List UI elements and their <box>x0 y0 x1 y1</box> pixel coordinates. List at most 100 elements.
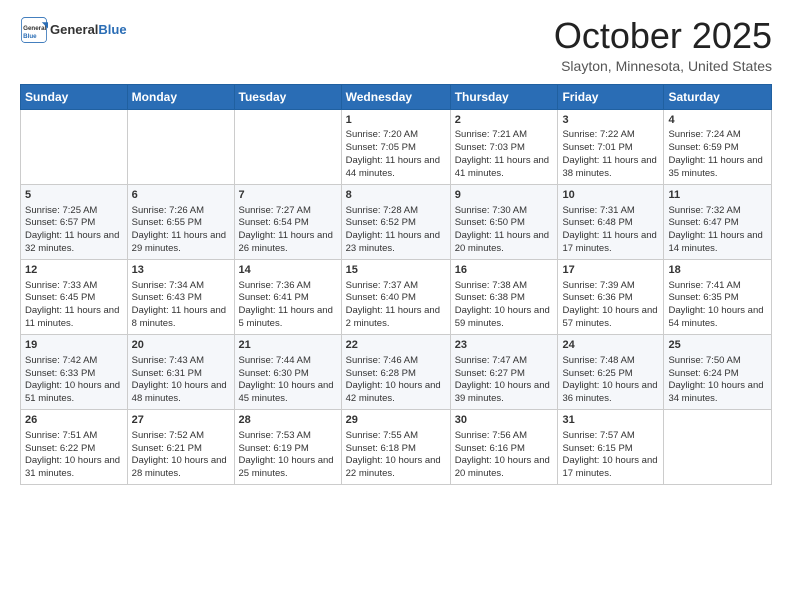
col-friday: Friday <box>558 84 664 109</box>
sunset-text: Sunset: 6:30 PM <box>239 368 309 379</box>
sunset-text: Sunset: 6:43 PM <box>132 292 202 303</box>
sunset-text: Sunset: 6:21 PM <box>132 443 202 454</box>
sunset-text: Sunset: 6:47 PM <box>668 217 738 228</box>
calendar-cell: 29Sunrise: 7:55 AMSunset: 6:18 PMDayligh… <box>341 409 450 484</box>
sunset-text: Sunset: 6:50 PM <box>455 217 525 228</box>
day-number: 6 <box>132 188 230 203</box>
daylight-text: Daylight: 11 hours and 23 minutes. <box>346 230 440 254</box>
daylight-text: Daylight: 10 hours and 17 minutes. <box>562 455 657 479</box>
calendar-cell: 12Sunrise: 7:33 AMSunset: 6:45 PMDayligh… <box>21 259 128 334</box>
sunrise-text: Sunrise: 7:36 AM <box>239 280 311 291</box>
day-number: 11 <box>668 188 767 203</box>
calendar-cell: 5Sunrise: 7:25 AMSunset: 6:57 PMDaylight… <box>21 184 128 259</box>
calendar-cell: 15Sunrise: 7:37 AMSunset: 6:40 PMDayligh… <box>341 259 450 334</box>
sunrise-text: Sunrise: 7:24 AM <box>668 129 740 140</box>
day-number: 18 <box>668 263 767 278</box>
daylight-text: Daylight: 11 hours and 35 minutes. <box>668 155 762 179</box>
col-saturday: Saturday <box>664 84 772 109</box>
sunset-text: Sunset: 6:38 PM <box>455 292 525 303</box>
calendar-cell: 8Sunrise: 7:28 AMSunset: 6:52 PMDaylight… <box>341 184 450 259</box>
daylight-text: Daylight: 10 hours and 39 minutes. <box>455 380 550 404</box>
day-number: 23 <box>455 338 554 353</box>
sunset-text: Sunset: 6:59 PM <box>668 142 738 153</box>
sunset-text: Sunset: 6:36 PM <box>562 292 632 303</box>
daylight-text: Daylight: 11 hours and 5 minutes. <box>239 305 333 329</box>
calendar-cell: 14Sunrise: 7:36 AMSunset: 6:41 PMDayligh… <box>234 259 341 334</box>
daylight-text: Daylight: 10 hours and 54 minutes. <box>668 305 763 329</box>
daylight-text: Daylight: 10 hours and 45 minutes. <box>239 380 334 404</box>
sunrise-text: Sunrise: 7:38 AM <box>455 280 527 291</box>
daylight-text: Daylight: 11 hours and 14 minutes. <box>668 230 762 254</box>
col-monday: Monday <box>127 84 234 109</box>
calendar-cell: 26Sunrise: 7:51 AMSunset: 6:22 PMDayligh… <box>21 409 128 484</box>
day-number: 20 <box>132 338 230 353</box>
sunrise-text: Sunrise: 7:48 AM <box>562 355 634 366</box>
sunrise-text: Sunrise: 7:26 AM <box>132 205 204 216</box>
sunset-text: Sunset: 6:52 PM <box>346 217 416 228</box>
col-tuesday: Tuesday <box>234 84 341 109</box>
calendar-cell: 2Sunrise: 7:21 AMSunset: 7:03 PMDaylight… <box>450 109 558 184</box>
sunset-text: Sunset: 6:16 PM <box>455 443 525 454</box>
logo-icon: General Blue <box>20 16 48 44</box>
calendar-cell: 27Sunrise: 7:52 AMSunset: 6:21 PMDayligh… <box>127 409 234 484</box>
sunrise-text: Sunrise: 7:34 AM <box>132 280 204 291</box>
day-number: 19 <box>25 338 123 353</box>
sunrise-text: Sunrise: 7:43 AM <box>132 355 204 366</box>
sunset-text: Sunset: 6:54 PM <box>239 217 309 228</box>
day-number: 31 <box>562 413 659 428</box>
logo: General Blue GeneralBlue <box>20 16 127 44</box>
day-number: 10 <box>562 188 659 203</box>
day-number: 24 <box>562 338 659 353</box>
calendar-cell: 24Sunrise: 7:48 AMSunset: 6:25 PMDayligh… <box>558 334 664 409</box>
month-title: October 2025 <box>554 16 772 56</box>
sunset-text: Sunset: 6:40 PM <box>346 292 416 303</box>
day-number: 15 <box>346 263 446 278</box>
calendar-cell: 25Sunrise: 7:50 AMSunset: 6:24 PMDayligh… <box>664 334 772 409</box>
calendar-cell: 28Sunrise: 7:53 AMSunset: 6:19 PMDayligh… <box>234 409 341 484</box>
sunrise-text: Sunrise: 7:44 AM <box>239 355 311 366</box>
calendar-cell <box>127 109 234 184</box>
sunset-text: Sunset: 6:25 PM <box>562 368 632 379</box>
day-number: 16 <box>455 263 554 278</box>
sunrise-text: Sunrise: 7:28 AM <box>346 205 418 216</box>
sunset-text: Sunset: 6:22 PM <box>25 443 95 454</box>
daylight-text: Daylight: 10 hours and 28 minutes. <box>132 455 227 479</box>
day-number: 2 <box>455 113 554 128</box>
daylight-text: Daylight: 11 hours and 11 minutes. <box>25 305 119 329</box>
day-number: 29 <box>346 413 446 428</box>
day-number: 14 <box>239 263 337 278</box>
day-number: 3 <box>562 113 659 128</box>
sunset-text: Sunset: 6:28 PM <box>346 368 416 379</box>
sunrise-text: Sunrise: 7:21 AM <box>455 129 527 140</box>
sunrise-text: Sunrise: 7:42 AM <box>25 355 97 366</box>
sunrise-text: Sunrise: 7:55 AM <box>346 430 418 441</box>
sunrise-text: Sunrise: 7:30 AM <box>455 205 527 216</box>
sunset-text: Sunset: 6:24 PM <box>668 368 738 379</box>
sunset-text: Sunset: 7:05 PM <box>346 142 416 153</box>
day-number: 4 <box>668 113 767 128</box>
sunrise-text: Sunrise: 7:20 AM <box>346 129 418 140</box>
sunrise-text: Sunrise: 7:53 AM <box>239 430 311 441</box>
day-number: 22 <box>346 338 446 353</box>
daylight-text: Daylight: 10 hours and 34 minutes. <box>668 380 763 404</box>
sunrise-text: Sunrise: 7:22 AM <box>562 129 634 140</box>
daylight-text: Daylight: 10 hours and 48 minutes. <box>132 380 227 404</box>
daylight-text: Daylight: 11 hours and 20 minutes. <box>455 230 549 254</box>
sunset-text: Sunset: 6:48 PM <box>562 217 632 228</box>
day-number: 26 <box>25 413 123 428</box>
daylight-text: Daylight: 10 hours and 20 minutes. <box>455 455 550 479</box>
sunrise-text: Sunrise: 7:37 AM <box>346 280 418 291</box>
calendar-cell: 18Sunrise: 7:41 AMSunset: 6:35 PMDayligh… <box>664 259 772 334</box>
title-block: October 2025 Slayton, Minnesota, United … <box>554 16 772 74</box>
calendar-cell <box>21 109 128 184</box>
sunrise-text: Sunrise: 7:51 AM <box>25 430 97 441</box>
daylight-text: Daylight: 11 hours and 41 minutes. <box>455 155 549 179</box>
sunrise-text: Sunrise: 7:41 AM <box>668 280 740 291</box>
calendar-cell: 3Sunrise: 7:22 AMSunset: 7:01 PMDaylight… <box>558 109 664 184</box>
svg-text:Blue: Blue <box>23 33 37 40</box>
sunrise-text: Sunrise: 7:52 AM <box>132 430 204 441</box>
daylight-text: Daylight: 10 hours and 25 minutes. <box>239 455 334 479</box>
calendar-cell: 6Sunrise: 7:26 AMSunset: 6:55 PMDaylight… <box>127 184 234 259</box>
daylight-text: Daylight: 10 hours and 59 minutes. <box>455 305 550 329</box>
daylight-text: Daylight: 10 hours and 42 minutes. <box>346 380 441 404</box>
